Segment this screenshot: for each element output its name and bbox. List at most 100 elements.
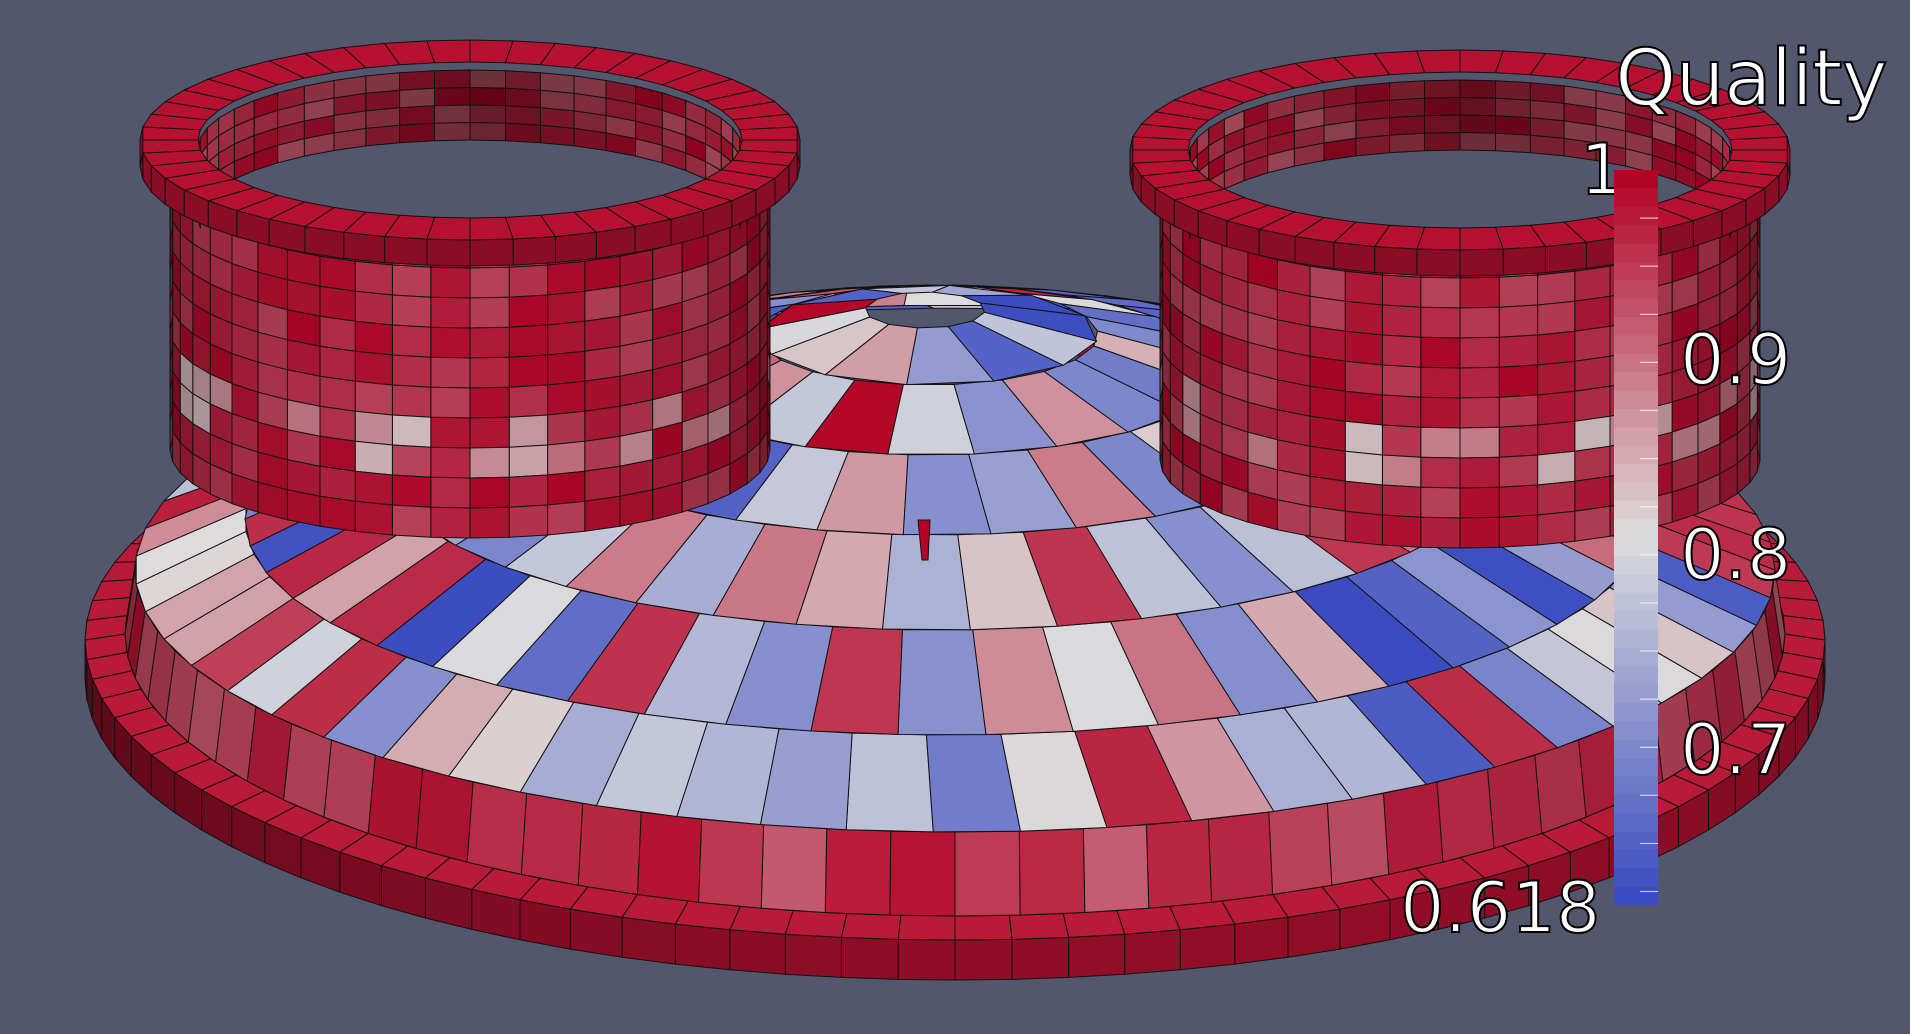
left-nozzle-wall-cell — [584, 435, 621, 472]
base-flange-side-cell — [784, 933, 842, 978]
right-nozzle-wall-cell — [1420, 366, 1461, 399]
left-nozzle-inner-cell — [505, 70, 541, 91]
right-nozzle-wall-cell — [1344, 360, 1383, 396]
right-nozzle-inner-cell — [1424, 97, 1461, 117]
right-nozzle-flange-top-cell — [1459, 226, 1504, 251]
left-nozzle-wall-cell — [508, 264, 549, 298]
right-nozzle-wall-cell — [1498, 394, 1539, 428]
left-nozzle-flange-side-cell — [554, 231, 597, 264]
right-nozzle-wall-cell — [1344, 450, 1383, 486]
right-nozzle-flange-side-cell — [1416, 248, 1461, 277]
right-nozzle-wall-cell — [1574, 475, 1611, 512]
left-nozzle-wall-cell — [319, 465, 356, 502]
right-nozzle-wall-cell — [1574, 355, 1611, 392]
left-nozzle-inner-cell — [505, 122, 541, 144]
right-nozzle-inner-cell — [1459, 132, 1496, 152]
left-nozzle-wall-cell — [319, 375, 356, 412]
left-nozzle-wall-cell — [508, 474, 549, 508]
left-nozzle-flange-top-cell — [469, 216, 514, 241]
left-nozzle-inner-cell — [365, 124, 401, 147]
left-nozzle-wall-cell — [584, 495, 621, 532]
skirt-cell — [1268, 802, 1333, 895]
base-flange-side-cell — [1179, 923, 1236, 971]
right-nozzle-wall-cell — [1381, 334, 1422, 368]
render-viewport[interactable]: Quality 1 0.9 0.8 0.7 0.618 — [0, 0, 1910, 1034]
left-nozzle-inner-cell — [399, 122, 435, 144]
right-nozzle-inner-cell — [1389, 80, 1425, 101]
left-nozzle-wall-cell — [354, 440, 393, 476]
left-nozzle-wall-cell — [547, 410, 586, 446]
right-nozzle-wall-cell — [1344, 420, 1383, 456]
skirt-cell — [1534, 739, 1587, 834]
left-nozzle-wall-cell — [584, 375, 621, 412]
right-nozzle-flange-side-cell — [1333, 241, 1376, 274]
right-nozzle-wall-cell — [1574, 505, 1611, 542]
skirt-cell — [415, 768, 474, 863]
right-nozzle-wall-cell — [1574, 415, 1611, 452]
right-nozzle-inner-cell — [1459, 114, 1496, 134]
left-nozzle-wall-cell — [354, 320, 393, 356]
right-nozzle-wall-cell — [1309, 505, 1346, 542]
right-nozzle-wall-cell — [1309, 265, 1346, 302]
skirt-cell — [889, 830, 956, 917]
base-flange-top-cell — [1062, 910, 1126, 938]
left-nozzle-wall-cell — [319, 285, 356, 322]
left-nozzle-wall-cell — [584, 405, 621, 442]
right-nozzle-flange-top-cell — [1416, 49, 1461, 74]
right-nozzle-wall-cell — [1498, 274, 1539, 308]
left-nozzle-wall-cell — [469, 506, 510, 539]
right-nozzle-flange-side-cell — [1294, 236, 1335, 269]
left-nozzle-wall-cell — [430, 386, 471, 419]
left-nozzle-wall-cell — [619, 489, 654, 527]
left-nozzle-wall-cell — [508, 294, 549, 328]
right-nozzle-wall-cell — [1381, 484, 1422, 518]
right-nozzle-wall-cell — [1498, 334, 1539, 368]
right-nozzle-wall-cell — [1459, 336, 1500, 369]
skirt-cell — [954, 830, 1021, 917]
base-flange-side-cell — [1234, 916, 1289, 965]
right-nozzle-wall-cell — [1381, 514, 1422, 548]
base-flange-top-cell — [954, 914, 1013, 941]
right-nozzle-wall-cell — [1459, 366, 1500, 399]
left-nozzle-inner-cell — [505, 87, 541, 109]
left-nozzle-wall-cell — [319, 435, 356, 472]
left-nozzle-wall-cell — [547, 320, 586, 356]
right-nozzle-wall-cell — [1344, 300, 1383, 336]
base-flange-top-cell — [784, 910, 848, 938]
left-nozzle-inner-cell — [399, 105, 435, 126]
right-nozzle-wall-cell — [1459, 486, 1500, 519]
right-nozzle-wall-cell — [1609, 499, 1644, 537]
base-flange-side-cell — [840, 936, 899, 980]
base-flange-side-cell — [729, 929, 786, 975]
base-flange-top-cell — [1116, 905, 1181, 935]
skirt-cell — [1487, 754, 1543, 849]
right-nozzle-wall-cell — [1276, 499, 1311, 537]
right-nozzle-inner-cell — [1495, 132, 1531, 154]
left-nozzle-wall-cell — [469, 326, 510, 359]
left-nozzle-wall-cell — [508, 354, 549, 388]
left-nozzle-wall-cell — [319, 315, 356, 352]
left-nozzle-wall-cell — [469, 446, 510, 479]
left-nozzle-wall-cell — [430, 296, 471, 329]
right-nozzle-wall-cell — [1537, 510, 1576, 546]
right-nozzle-wall-cell — [1537, 450, 1576, 486]
skirt-cell — [1436, 768, 1495, 863]
left-nozzle-wall-cell — [469, 266, 510, 299]
right-nozzle-wall-cell — [1574, 265, 1611, 302]
right-nozzle-wall-cell — [1498, 424, 1539, 458]
left-nozzle-wall-cell — [391, 414, 432, 448]
left-nozzle-wall-cell — [354, 500, 393, 536]
right-nozzle-inner-cell — [1389, 115, 1425, 136]
right-nozzle-wall-cell — [1420, 456, 1461, 489]
right-nozzle-inner-cell — [1459, 97, 1496, 117]
left-nozzle-wall-cell — [430, 266, 471, 299]
mesh-surface[interactable] — [0, 0, 1910, 1034]
skirt-cell — [698, 818, 765, 909]
left-nozzle-flange-side-cell — [512, 236, 556, 266]
left-nozzle-wall-cell — [391, 474, 432, 508]
skirt-cell — [283, 723, 332, 818]
skirt-cell — [1382, 781, 1444, 875]
right-nozzle-inner-cell — [1355, 134, 1391, 157]
base-flange-top-cell — [1008, 913, 1070, 940]
left-nozzle-wall-cell — [354, 350, 393, 386]
